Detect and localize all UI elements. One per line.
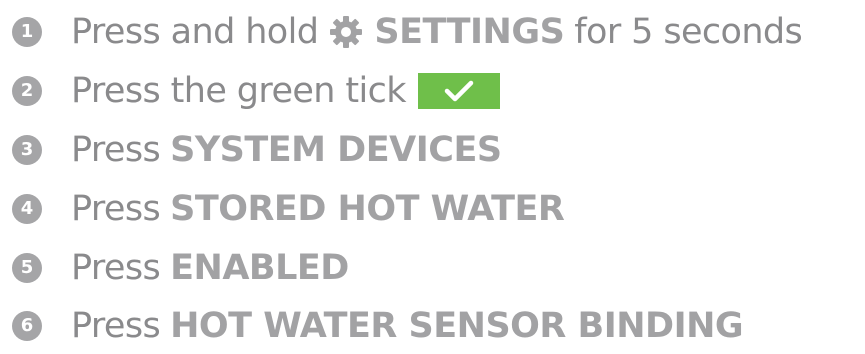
step-number-badge: 3 xyxy=(12,135,42,165)
step-3: 3 Press SYSTEM DEVICES xyxy=(12,122,502,178)
step-text: Press STORED HOT WATER xyxy=(71,189,565,229)
step-number-badge: 6 xyxy=(12,311,42,341)
step-verb: Press xyxy=(71,189,161,229)
step-4: 4 Press STORED HOT WATER xyxy=(12,181,565,237)
step-verb: Press and hold xyxy=(71,12,319,52)
step-verb: Press xyxy=(71,306,161,346)
step-number-badge: 2 xyxy=(12,76,42,106)
step-text: Press and hold SETTINGS for 5 seconds xyxy=(71,12,803,52)
step-keyword: HOT WATER SENSOR BINDING xyxy=(170,306,744,346)
step-6: 6 Press HOT WATER SENSOR BINDING xyxy=(12,298,744,354)
instruction-steps: 1 Press and hold SETTINGS for 5 seconds … xyxy=(12,0,865,346)
step-text: Press ENABLED xyxy=(71,248,349,288)
step-verb: Press the green tick xyxy=(71,71,407,111)
step-keyword: STORED HOT WATER xyxy=(170,189,565,229)
step-keyword: SETTINGS xyxy=(374,12,565,52)
step-keyword: ENABLED xyxy=(170,248,349,288)
step-text: Press HOT WATER SENSOR BINDING xyxy=(71,306,744,346)
step-number-badge: 4 xyxy=(12,194,42,224)
step-verb: Press xyxy=(71,248,161,288)
step-text: Press SYSTEM DEVICES xyxy=(71,130,502,170)
gear-icon xyxy=(328,14,364,50)
step-text: Press the green tick xyxy=(71,71,500,111)
step-number-badge: 5 xyxy=(12,253,42,283)
step-number-badge: 1 xyxy=(12,17,42,47)
step-1: 1 Press and hold SETTINGS for 5 seconds xyxy=(12,4,803,60)
step-keyword: SYSTEM DEVICES xyxy=(170,130,502,170)
step-suffix: for 5 seconds xyxy=(574,12,803,52)
step-verb: Press xyxy=(71,130,161,170)
step-5: 5 Press ENABLED xyxy=(12,240,349,296)
green-tick-icon xyxy=(417,73,500,109)
step-2: 2 Press the green tick xyxy=(12,63,500,119)
